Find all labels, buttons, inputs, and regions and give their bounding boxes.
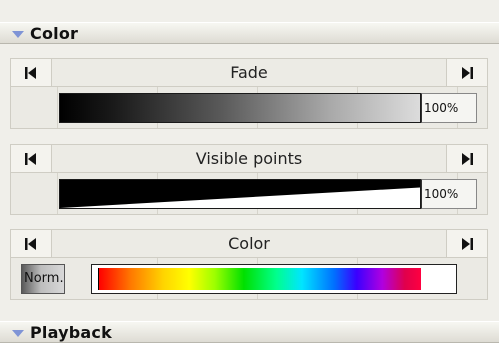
visible-points-next-button[interactable] xyxy=(446,145,487,172)
skip-to-end-icon xyxy=(462,153,473,165)
color-section-header[interactable]: Color xyxy=(0,22,499,44)
visible-points-label: Visible points xyxy=(195,149,303,168)
skip-to-start-icon xyxy=(25,67,36,79)
color-row-body: Norm. xyxy=(10,258,488,300)
fade-next-button[interactable] xyxy=(446,59,487,86)
visible-points-row-body: 100% xyxy=(10,173,488,215)
fade-row-header: Fade xyxy=(10,58,488,87)
section-title-playback: Playback xyxy=(30,323,112,342)
visible-points-prev-button[interactable] xyxy=(11,145,52,172)
fade-prev-button[interactable] xyxy=(11,59,52,86)
visible-points-row-header: Visible points xyxy=(10,144,488,173)
color-row-header: Color xyxy=(10,229,488,258)
fade-row-body: 100% xyxy=(10,87,488,129)
skip-to-end-icon xyxy=(462,238,473,250)
visible-points-value[interactable]: 100% xyxy=(421,179,477,209)
skip-to-end-icon xyxy=(462,67,473,79)
color-mode-button[interactable]: Norm. xyxy=(21,264,65,294)
playback-section-header[interactable]: Playback xyxy=(0,321,499,343)
skip-to-start-icon xyxy=(25,153,36,165)
color-spectrum-gradient xyxy=(98,268,421,290)
section-title-color: Color xyxy=(30,24,79,43)
color-label: Color xyxy=(228,234,270,253)
color-spectrum-slider[interactable] xyxy=(91,264,457,294)
triangle-down-icon xyxy=(12,330,24,337)
color-prev-button[interactable] xyxy=(11,230,52,257)
triangle-down-icon xyxy=(12,31,24,38)
visible-points-curve-slider[interactable] xyxy=(59,179,421,209)
color-next-button[interactable] xyxy=(446,230,487,257)
fade-value[interactable]: 100% xyxy=(421,93,477,123)
fade-gradient-slider[interactable] xyxy=(59,93,421,123)
fade-label: Fade xyxy=(230,63,268,82)
skip-to-start-icon xyxy=(25,238,36,250)
